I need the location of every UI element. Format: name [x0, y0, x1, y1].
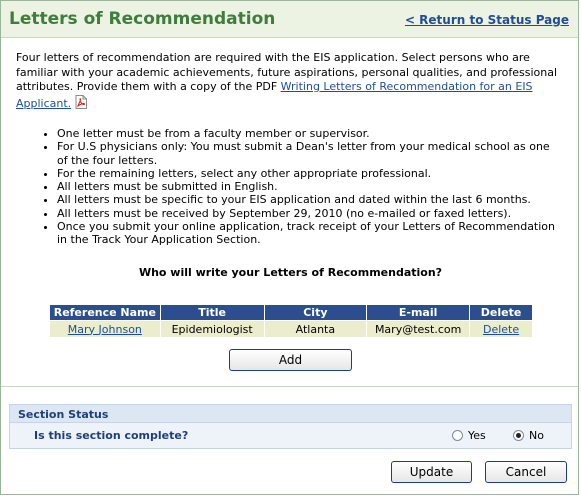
yes-radio-label: Yes — [468, 429, 486, 442]
col-delete: Delete — [469, 304, 533, 321]
col-title: Title — [159, 304, 265, 321]
cancel-button[interactable]: Cancel — [485, 461, 567, 483]
section-status-title: Section Status — [18, 408, 109, 421]
list-item: All letters must be submitted in English… — [57, 180, 556, 193]
reference-name-cell: Mary Johnson — [49, 320, 161, 338]
no-radio-option[interactable]: No — [513, 429, 544, 442]
pdf-file-icon[interactable] — [75, 94, 88, 109]
recommenders-question: Who will write your Letters of Recommend… — [138, 266, 443, 279]
page-title: Letters of Recommendation — [9, 9, 276, 29]
list-item: One letter must be from a faculty member… — [57, 127, 556, 140]
col-city: City — [263, 304, 368, 321]
references-table: Reference Name Title City E-mail Delete … — [49, 304, 533, 338]
table-header-row: Reference Name Title City E-mail Delete — [49, 304, 533, 321]
list-item: All letters must be specific to your EIS… — [57, 193, 556, 206]
yes-radio-option[interactable]: Yes — [452, 429, 486, 442]
delete-cell: Delete — [469, 320, 533, 338]
col-email: E-mail — [366, 304, 471, 321]
section-complete-question: Is this section complete? — [34, 429, 189, 442]
col-reference-name: Reference Name — [49, 304, 161, 321]
requirements-list: One letter must be from a faculty member… — [41, 127, 556, 247]
section-status-panel: Section Status Is this section complete?… — [9, 404, 572, 449]
delete-reference-link[interactable]: Delete — [483, 323, 519, 336]
table-row: Mary Johnson Epidemiologist Atlanta Mary… — [49, 320, 533, 338]
title-cell: Epidemiologist — [159, 320, 265, 338]
list-item: All letters must be received by Septembe… — [57, 207, 556, 220]
section-divider — [1, 386, 578, 387]
no-radio[interactable] — [513, 430, 524, 441]
list-item: For the remaining letters, select any ot… — [57, 167, 556, 180]
add-reference-button[interactable]: Add — [229, 349, 352, 371]
city-cell: Atlanta — [263, 320, 368, 338]
yes-radio[interactable] — [452, 430, 463, 441]
no-radio-label: No — [529, 429, 544, 442]
reference-name-link[interactable]: Mary Johnson — [68, 323, 142, 336]
return-to-status-link[interactable]: < Return to Status Page — [405, 13, 569, 27]
recommendation-page: Letters of Recommendation < Return to St… — [0, 0, 579, 495]
update-button[interactable]: Update — [391, 461, 472, 483]
section-status-header: Section Status — [10, 405, 571, 423]
list-item: For U.S physicians only: You must submit… — [57, 140, 556, 167]
list-item: Once you submit your online application,… — [57, 220, 556, 247]
intro-paragraph: Four letters of recommendation are requi… — [16, 51, 570, 111]
email-cell: Mary@test.com — [366, 320, 471, 338]
page-header: Letters of Recommendation < Return to St… — [1, 1, 578, 38]
